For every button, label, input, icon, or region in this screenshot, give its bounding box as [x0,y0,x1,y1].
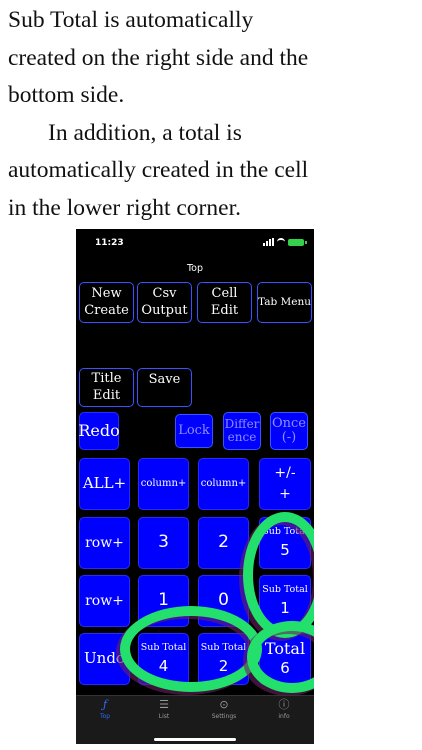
row-plus-button[interactable]: row+ [79,575,130,627]
tab-label: info [278,713,290,720]
status-time: 11:23 [95,238,124,248]
caption-text: Sub Total is automatically created on th… [8,2,418,227]
tab-settings[interactable]: ⊙ Settings [199,698,249,721]
plus-minus-button[interactable]: +/- + [259,458,311,510]
save-label: Save [148,372,181,387]
tab-top[interactable]: ƒ Top [80,698,130,721]
tab-label: Top [99,713,111,720]
subtotal-cell[interactable]: Sub Total 5 [259,517,311,569]
tab-info[interactable]: ⓘ info [259,698,309,721]
row-plus-label: row+ [85,592,124,609]
subtotal-cell[interactable]: Sub Total 2 [198,633,249,685]
total-cell[interactable]: Total 6 [259,633,311,685]
difference-button[interactable]: Differ ence [223,412,261,450]
column-plus-label: column+ [140,477,187,489]
once-button[interactable]: Once (-) [270,412,308,450]
undo-button[interactable]: Undo [79,633,130,685]
cell-value-text: 2 [218,532,229,553]
redo-button[interactable]: Redo [78,412,120,450]
cell-value[interactable]: 2 [198,517,249,569]
subtotal-value: 5 [280,541,290,560]
column-plus-button[interactable]: column+ [138,458,189,510]
tab-list[interactable]: ☰ List [139,698,189,721]
battery-icon [288,238,307,246]
cell-value[interactable]: 1 [138,575,189,627]
once-label-1: Once [271,416,306,432]
subtotal-value: 1 [280,599,290,618]
list-icon: ☰ [159,698,169,711]
cell-edit-label-2: Edit [210,303,239,318]
subtotal-cell[interactable]: Sub Total 4 [138,633,189,685]
all-plus-button[interactable]: ALL+ [79,458,130,510]
home-indicator [154,738,236,741]
subtotal-label: Sub Total [262,584,308,596]
page-title: Top [186,263,204,274]
subtotal-label: Sub Total [262,526,308,538]
column-plus-button[interactable]: column+ [198,458,249,510]
tab-menu-button[interactable]: Tab Menu [257,282,312,323]
caption-line: Sub Total is automatically [8,7,254,33]
function-icon: ƒ [102,698,108,711]
status-bar: 11:23 [76,229,314,257]
csv-output-label-2: Output [141,303,188,318]
info-icon: ⓘ [278,698,290,711]
lock-button[interactable]: Lock [175,414,213,448]
undo-label: Undo [84,649,125,668]
signal-icon [263,238,274,246]
row-plus-button[interactable]: row+ [79,517,130,569]
row-plus-label: row+ [85,534,124,551]
title-edit-label-2: Edit [92,388,121,403]
lock-label: Lock [178,423,210,439]
plus-minus-label: +/- [274,465,296,482]
total-value: 6 [280,659,290,678]
plus-minus-sign: + [279,486,291,502]
total-label: Total [264,639,306,659]
tab-label: Settings [211,713,237,720]
column-plus-label: column+ [200,477,247,489]
csv-output-label-1: Csv [152,286,177,302]
cell-value[interactable]: 0 [198,575,249,627]
caption-line: in the lower right corner. [8,194,241,221]
redo-label: Redo [78,420,120,440]
new-create-label-1: New [91,286,122,302]
cell-edit-label-1: Cell [211,286,238,302]
once-label-2: (-) [281,430,297,445]
difference-label-2: ence [227,430,257,444]
csv-output-button[interactable]: Csv Output [137,282,192,323]
cell-value-text: 0 [218,590,229,611]
play-circle-icon: ⊙ [219,698,229,711]
subtotal-value: 4 [158,657,169,676]
save-button[interactable]: Save [137,368,192,407]
cell-value[interactable]: 3 [138,517,189,569]
caption-line: bottom side. [8,82,125,108]
tab-menu-label: Tab Menu [258,295,311,308]
cell-value-text: 3 [158,532,169,553]
cell-edit-button[interactable]: Cell Edit [197,282,252,323]
subtotal-label: Sub Total [200,642,247,654]
tab-label: List [158,713,170,720]
caption-line: created on the right side and the [8,44,309,71]
wifi-icon [277,238,285,246]
subtotal-label: Sub Total [140,642,187,654]
status-icons [263,238,307,246]
caption-line: automatically created in the cell [8,157,309,183]
caption-line: In addition, a total is [48,119,242,146]
all-plus-label: ALL+ [82,474,127,493]
subtotal-value: 2 [218,657,229,676]
title-edit-button[interactable]: Title Edit [79,368,134,407]
tab-bar: ƒ Top ☰ List ⊙ Settings ⓘ info [76,695,314,744]
title-edit-label-1: Title [91,371,122,387]
subtotal-cell[interactable]: Sub Total 1 [259,575,311,627]
new-create-button[interactable]: New Create [79,282,134,323]
new-create-label-2: Create [84,303,129,318]
cell-value-text: 1 [158,590,169,611]
phone-screen: 11:23 Top New Create Csv Output Cell Edit T… [76,229,314,744]
